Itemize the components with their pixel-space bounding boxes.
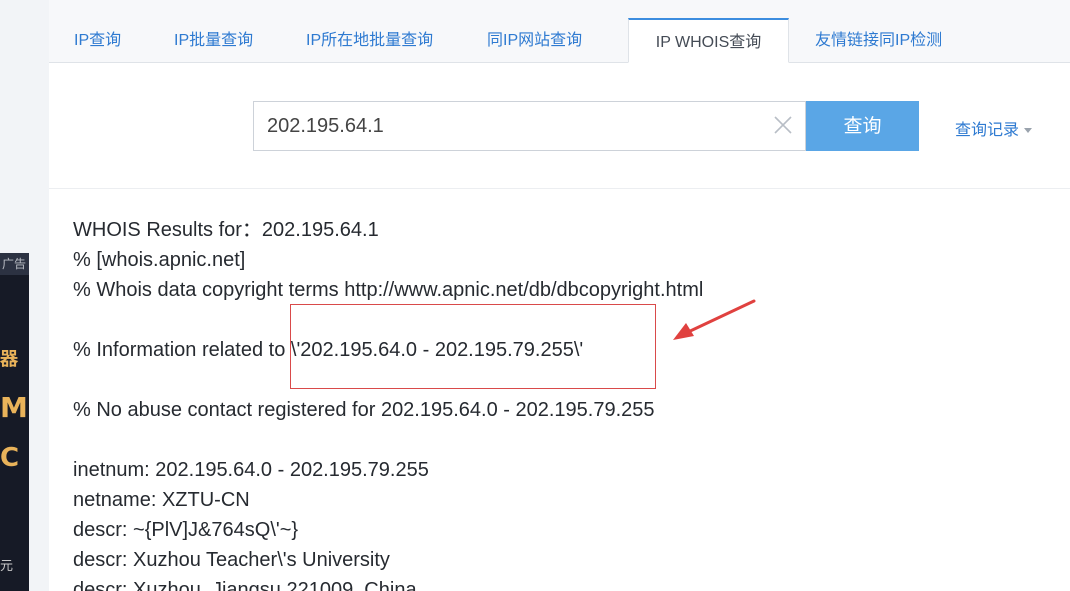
result-line: inetnum: 202.195.64.0 - 202.195.79.255 — [73, 459, 429, 481]
result-line: WHOIS Results for：202.195.64.1 — [73, 219, 379, 241]
result-line: % No abuse contact registered for 202.19… — [73, 399, 655, 421]
ad-banner[interactable]: 广告 器 M C 元 — [0, 253, 29, 591]
result-line: descr: Xuzhou, Jiangsu 221009, China — [73, 579, 417, 591]
result-line: descr: Xuzhou Teacher\'s University — [73, 549, 390, 571]
result-line: % [whois.apnic.net] — [73, 249, 246, 271]
clear-icon[interactable] — [771, 113, 795, 137]
tab-ip-location-batch[interactable]: IP所在地批量查询 — [306, 18, 433, 63]
result-line: descr: ~{PlV]J&764sQ\'~} — [73, 519, 299, 541]
ad-text: M — [0, 391, 28, 424]
query-history-label: 查询记录 — [955, 122, 1020, 139]
tab-ip-batch-query[interactable]: IP批量查询 — [174, 18, 253, 63]
tab-same-ip-sites[interactable]: 同IP网站查询 — [487, 18, 582, 63]
main-panel: IP查询 IP批量查询 IP所在地批量查询 同IP网站查询 IP WHOIS查询… — [49, 0, 1070, 591]
caret-down-icon — [1024, 128, 1033, 134]
whois-results: WHOIS Results for：202.195.64.1 % [whois.… — [73, 215, 1070, 591]
ad-text: C — [0, 443, 20, 473]
result-line: % Whois data copyright terms http://www.… — [73, 279, 704, 301]
tab-friend-link-check[interactable]: 友情链接同IP检测 — [815, 18, 942, 63]
ad-text: 元 — [0, 559, 14, 574]
search-section: 查询 查询记录 — [49, 63, 1070, 189]
tab-bar: IP查询 IP批量查询 IP所在地批量查询 同IP网站查询 IP WHOIS查询… — [49, 0, 1070, 63]
result-line — [73, 425, 1070, 455]
search-button[interactable]: 查询 — [806, 101, 919, 151]
tab-ip-whois[interactable]: IP WHOIS查询 — [628, 18, 789, 63]
screenshot: 广告 器 M C 元 IP查询 IP批量查询 IP所在地批量查询 同IP网站查询… — [0, 0, 1070, 591]
annotation-highlight-box — [290, 304, 656, 389]
ad-tag: 广告 — [0, 253, 29, 275]
ad-text: 器 — [0, 349, 18, 370]
annotation-arrow-icon — [673, 299, 756, 340]
tab-ip-query[interactable]: IP查询 — [74, 18, 121, 63]
ip-search-input[interactable] — [253, 101, 806, 151]
query-history-dropdown[interactable]: 查询记录 — [955, 116, 1033, 140]
result-line: netname: XZTU-CN — [73, 489, 250, 511]
